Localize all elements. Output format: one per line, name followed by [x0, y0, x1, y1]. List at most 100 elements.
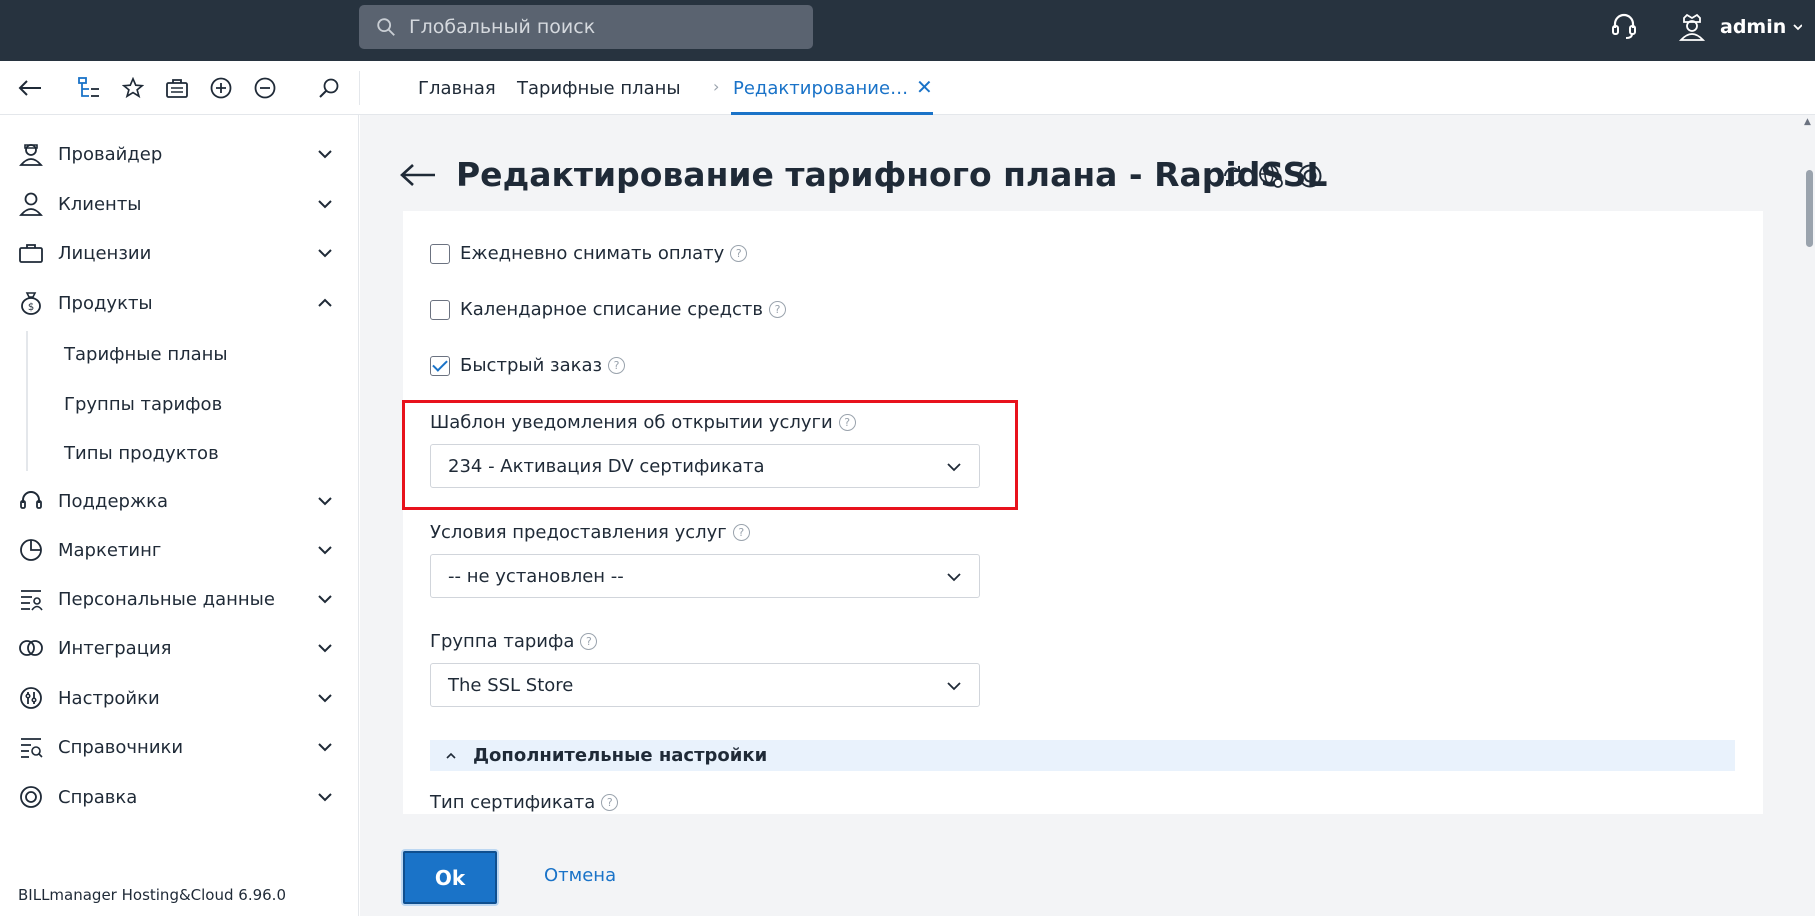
settings-icon [18, 685, 44, 711]
help-question-icon[interactable]: ? [601, 794, 619, 811]
daily-charge-checkbox[interactable] [430, 243, 450, 264]
chevron-down-icon [318, 644, 332, 653]
sidebar-item-label: Провайдер [58, 143, 163, 165]
licenses-icon [18, 240, 44, 266]
sidebar-item-integration[interactable]: Интеграция [0, 628, 359, 668]
toolbar: Главная Тарифные планы › Редактирование…… [0, 61, 1815, 115]
terms-select[interactable]: -- не установлен -- [430, 554, 980, 598]
scrollbar-thumb[interactable] [1806, 170, 1813, 247]
back-icon[interactable] [17, 75, 43, 101]
sidebar-item-licenses[interactable]: Лицензии [0, 233, 359, 273]
tab-plans[interactable]: Тарифные планы [517, 78, 681, 99]
daily-charge-label: Ежедневно снимать оплату [460, 243, 725, 264]
advanced-settings-label: Дополнительные настройки [473, 745, 768, 766]
sidebar-item-references[interactable]: Справочники [0, 727, 359, 767]
sidebar-item-marketing[interactable]: Маркетинг [0, 530, 359, 570]
user-avatar-icon [1678, 13, 1706, 41]
user-name: admin [1720, 16, 1787, 38]
add-circle-icon[interactable] [208, 75, 234, 101]
chevron-up-icon [318, 298, 332, 307]
sidebar-item-help[interactable]: Справка [0, 777, 359, 817]
headset-icon[interactable] [1610, 12, 1638, 46]
help-question-icon[interactable]: ? [730, 245, 748, 262]
sidebar-item-label: Персональные данные [58, 588, 275, 610]
sidebar-item-label: Справочники [58, 736, 184, 758]
chevron-down-icon [318, 150, 332, 159]
cert-type-label-row: Тип сертификата ? [430, 792, 619, 813]
sidebar-item-products[interactable]: $ Продукты [0, 283, 359, 323]
refresh-icon[interactable] [1219, 162, 1247, 190]
sidebar-item-personal-data[interactable]: Персональные данные [0, 579, 359, 619]
help-question-icon[interactable]: ? [732, 524, 750, 541]
remove-circle-icon[interactable] [252, 75, 278, 101]
help-question-icon[interactable]: ? [608, 357, 626, 374]
toolbar-search-icon[interactable] [316, 75, 342, 101]
page-back-arrow-icon[interactable] [399, 160, 437, 190]
quick-order-row[interactable]: Быстрый заказ ? [430, 355, 626, 376]
daily-charge-row[interactable]: Ежедневно снимать оплату ? [430, 243, 748, 264]
chevron-down-icon [318, 200, 332, 209]
sidebar-item-label: Клиенты [58, 193, 142, 215]
provider-icon [18, 141, 44, 167]
lifebuoy-icon[interactable] [1296, 162, 1324, 190]
terms-label-row: Условия предоставления услуг ? [430, 522, 750, 543]
chevron-down-icon [318, 694, 332, 703]
sidebar-item-label: Интеграция [58, 637, 172, 659]
terms-value: -- не установлен -- [448, 565, 624, 587]
chevron-up-icon [446, 752, 456, 759]
search-icon [377, 18, 395, 36]
tab-current[interactable]: Редактирование… [733, 78, 908, 99]
cert-type-label: Тип сертификата [430, 792, 596, 813]
help-icon [18, 784, 44, 810]
page-title: Редактирование тарифного плана - RapidSS… [456, 155, 1328, 194]
calendar-charge-checkbox[interactable] [430, 299, 450, 320]
quick-order-label: Быстрый заказ [460, 355, 603, 376]
sidebar-subitem-product-types[interactable]: Типы продуктов [64, 443, 219, 464]
plan-group-select[interactable]: The SSL Store [430, 663, 980, 707]
sidebar-item-label: Справка [58, 786, 138, 808]
chevron-down-icon [318, 249, 332, 258]
sidebar: Провайдер Клиенты Лицензии $ Продукты Та… [0, 115, 359, 916]
sidebar-subitem-plans[interactable]: Тарифные планы [64, 344, 228, 365]
toolbar-divider [359, 71, 360, 105]
sidebar-item-clients[interactable]: Клиенты [0, 184, 359, 224]
star-icon[interactable] [120, 75, 146, 101]
sidebar-item-label: Маркетинг [58, 539, 162, 561]
scroll-up-arrow-icon[interactable]: ▲ [1804, 117, 1811, 127]
briefcase-icon[interactable] [164, 75, 190, 101]
tab-home[interactable]: Главная [418, 78, 496, 99]
advanced-settings-toggle[interactable]: Дополнительные настройки [430, 740, 1735, 771]
sidebar-subitem-plan-groups[interactable]: Группы тарифов [64, 394, 222, 415]
sidebar-item-provider[interactable]: Провайдер [0, 134, 359, 174]
sidebar-item-label: Поддержка [58, 490, 169, 512]
window-edge [1802, 0, 1815, 61]
plan-group-label-row: Группа тарифа ? [430, 631, 598, 652]
chevron-down-icon [947, 682, 961, 691]
user-menu[interactable]: admin [1678, 12, 1804, 42]
references-icon [18, 734, 44, 760]
highlight-frame [402, 400, 1018, 510]
plan-group-value: The SSL Store [448, 674, 574, 696]
sidebar-item-support[interactable]: Поддержка [0, 481, 359, 521]
ok-button[interactable]: Ok [403, 851, 497, 904]
chevron-down-icon [318, 743, 332, 752]
chevron-down-icon [318, 546, 332, 555]
support-icon [18, 488, 44, 514]
version-label: BILLmanager Hosting&Cloud 6.96.0 [18, 886, 286, 904]
globe-settings-icon[interactable] [1257, 162, 1285, 190]
quick-order-checkbox[interactable] [430, 355, 450, 376]
top-bar: Глобальный поиск admin [0, 0, 1815, 61]
chevron-down-icon [318, 497, 332, 506]
calendar-charge-row[interactable]: Календарное списание средств ? [430, 299, 787, 320]
cancel-button[interactable]: Отмена [544, 865, 616, 886]
sidebar-item-label: Настройки [58, 687, 160, 709]
sidebar-item-settings[interactable]: Настройки [0, 678, 359, 718]
help-question-icon[interactable]: ? [580, 633, 598, 650]
help-question-icon[interactable]: ? [769, 301, 787, 318]
tree-icon[interactable] [76, 75, 102, 101]
terms-label: Условия предоставления услуг [430, 522, 727, 543]
close-tab-icon[interactable]: ✕ [916, 75, 933, 99]
global-search-input[interactable]: Глобальный поиск [359, 5, 813, 49]
search-placeholder: Глобальный поиск [409, 16, 596, 38]
plan-group-label: Группа тарифа [430, 631, 575, 652]
